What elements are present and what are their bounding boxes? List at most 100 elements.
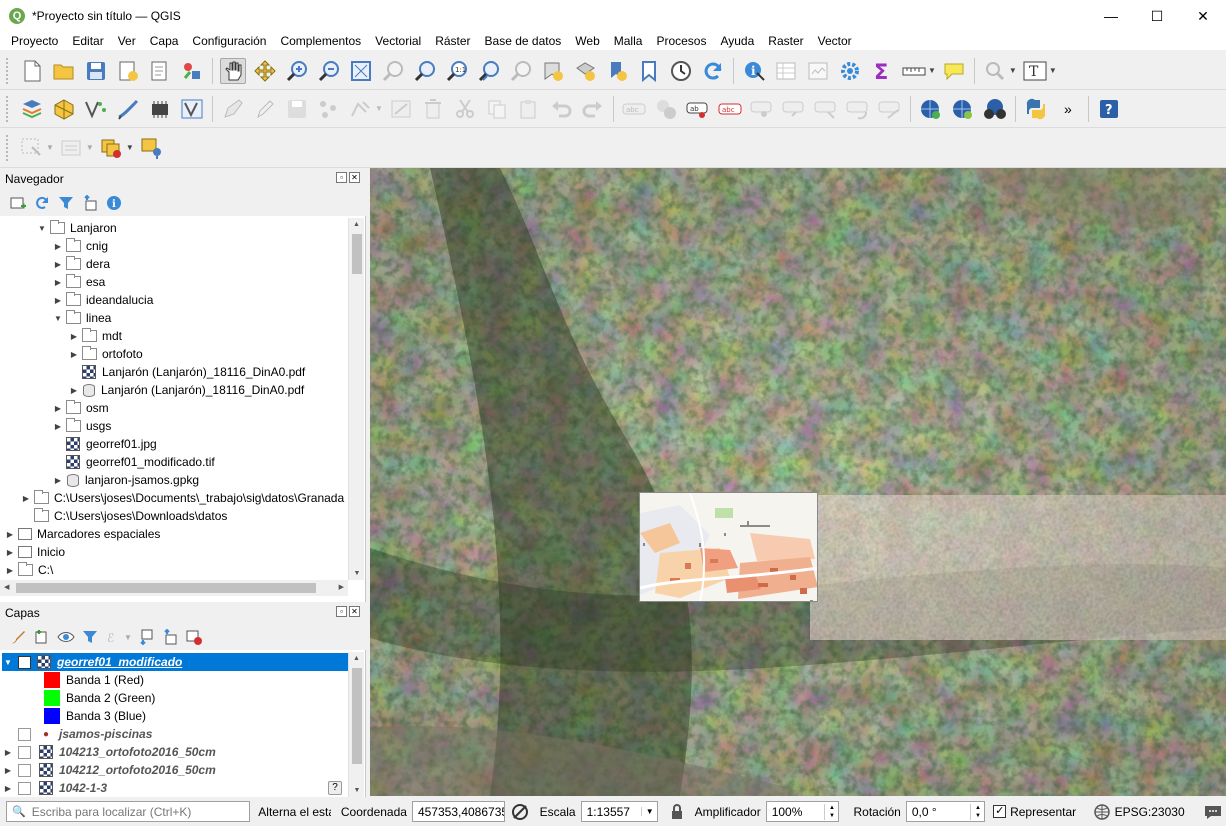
menu-vector-plugin[interactable]: Vector — [811, 34, 859, 48]
new-project-icon[interactable] — [19, 58, 45, 84]
expand-arrow-icon[interactable]: ▼ — [36, 224, 48, 233]
layer-visibility-checkbox[interactable] — [18, 745, 31, 759]
zoom-last-icon[interactable] — [476, 58, 502, 84]
tree-item[interactable]: ▶ ortofoto — [68, 345, 143, 363]
refresh-icon[interactable] — [700, 58, 726, 84]
show-bookmarks-icon[interactable] — [572, 58, 598, 84]
menu-configuracion[interactable]: Configuración — [185, 34, 273, 48]
show-hide-label-icon[interactable] — [781, 96, 807, 122]
copy-features-icon[interactable] — [484, 96, 510, 122]
messages-icon[interactable] — [1204, 802, 1223, 822]
menu-procesos[interactable]: Procesos — [649, 34, 713, 48]
maximize-button[interactable]: ☐ — [1134, 0, 1180, 32]
tree-item[interactable]: ▶ Inicio — [4, 543, 65, 561]
expand-arrow-icon[interactable]: ▶ — [68, 350, 80, 359]
expand-arrow-icon[interactable]: ▶ — [20, 494, 32, 503]
pan-map-icon[interactable] — [220, 57, 246, 84]
layer-visibility-checkbox[interactable] — [18, 781, 31, 795]
menu-web[interactable]: Web — [568, 34, 606, 48]
float-panel-icon[interactable]: ▫ — [336, 172, 347, 183]
collapse-arrow-icon[interactable]: ▼ — [2, 658, 14, 667]
menu-ver[interactable]: Ver — [111, 34, 143, 48]
select-by-value-icon[interactable] — [59, 135, 85, 161]
layer-help-icon[interactable]: ? — [328, 781, 342, 795]
tree-item[interactable]: ▶ Lanjarón (Lanjarón)_18116_DinA0.pdf — [68, 381, 304, 399]
new-geopackage-layer-icon[interactable] — [51, 96, 77, 122]
vertex-dropdown-icon[interactable]: ▼ — [375, 104, 383, 113]
filter-dropdown-icon[interactable]: ▼ — [124, 633, 132, 642]
expand-arrow-icon[interactable]: ▶ — [52, 242, 64, 251]
menu-malla[interactable]: Malla — [607, 34, 650, 48]
magnifier-spinbox[interactable]: 100% ▲ ▼ — [765, 801, 840, 822]
tree-item[interactable]: ▶ osm — [52, 399, 109, 417]
add-selected-layers-icon[interactable] — [8, 193, 28, 213]
remove-layer-icon[interactable] — [184, 627, 204, 647]
toggle-mouse-coord-icon[interactable] — [509, 801, 530, 823]
layer-visibility-checkbox[interactable] — [18, 763, 31, 777]
zoom-next-icon[interactable] — [508, 58, 534, 84]
save-edits-icon[interactable] — [284, 96, 310, 122]
expand-arrow-icon[interactable]: ▶ — [68, 332, 80, 341]
new-spatial-bookmark-icon[interactable] — [540, 58, 566, 84]
rotate-label-icon[interactable] — [845, 96, 871, 122]
open-project-icon[interactable] — [51, 58, 77, 84]
collapse-all-icon[interactable] — [80, 193, 100, 213]
float-panel-icon[interactable]: ▫ — [336, 606, 347, 617]
manage-visibility-eye-icon[interactable] — [56, 627, 76, 647]
expand-arrow-icon[interactable]: ▶ — [52, 260, 64, 269]
expand-arrow-icon[interactable]: ▶ — [2, 766, 14, 775]
help-icon[interactable]: ? — [1096, 96, 1122, 122]
style-manager-icon[interactable] — [179, 58, 205, 84]
redo-icon[interactable] — [580, 96, 606, 122]
tree-item[interactable]: ▶ mdt — [68, 327, 122, 345]
rotation-spinbox[interactable]: 0,0 ° ▲ ▼ — [905, 801, 986, 822]
toggle-editing-icon[interactable] — [252, 96, 278, 122]
vertex-tool-icon[interactable] — [348, 96, 374, 122]
new-shapefile-layer-icon[interactable] — [83, 96, 109, 122]
more-tools-chevron-icon[interactable]: » — [1055, 96, 1081, 122]
expand-arrow-icon[interactable]: ▶ — [4, 548, 16, 557]
change-label-icon[interactable] — [877, 96, 903, 122]
tree-item[interactable]: ▶ cnig — [52, 237, 108, 255]
paste-features-icon[interactable] — [516, 96, 542, 122]
crs-globe-icon[interactable] — [1093, 803, 1110, 821]
add-wcs-layer-icon[interactable] — [950, 96, 976, 122]
collapse-all-layers-icon[interactable] — [160, 627, 180, 647]
zoom-full-icon[interactable] — [348, 58, 374, 84]
label-highlight-icon[interactable]: ab — [685, 96, 711, 122]
menu-capa[interactable]: Capa — [143, 34, 186, 48]
expand-all-icon[interactable] — [136, 627, 156, 647]
expand-arrow-icon[interactable]: ▶ — [52, 476, 64, 485]
toolbar-handle[interactable] — [6, 134, 10, 161]
temporal-controller-icon[interactable] — [604, 58, 630, 84]
expand-arrow-icon[interactable]: ▶ — [52, 296, 64, 305]
layer-item-selected[interactable]: ▼ ✓ georref01_modificado — [2, 653, 348, 671]
menu-raster[interactable]: Ráster — [428, 34, 477, 48]
zoom-out-icon[interactable] — [316, 58, 342, 84]
tree-item[interactable]: ▶ usgs — [52, 417, 111, 435]
statistics-sigma-icon[interactable]: Σ — [869, 58, 895, 84]
deselect-all-icon[interactable] — [99, 135, 125, 161]
crs-label[interactable]: EPSG:23030 — [1115, 805, 1185, 819]
select-value-dropdown-icon[interactable]: ▼ — [86, 143, 94, 152]
filter-legend-icon[interactable] — [80, 627, 100, 647]
layer-visibility-checkbox[interactable]: ✓ — [18, 655, 31, 669]
tree-item[interactable]: georref01_modificado.tif — [52, 453, 215, 471]
select-features-icon[interactable] — [19, 135, 45, 161]
lock-scale-icon[interactable] — [668, 801, 685, 823]
measure-ruler-icon[interactable] — [901, 58, 927, 84]
coordinate-field[interactable]: 457353,4086735 — [411, 801, 506, 822]
layers-vertical-scrollbar[interactable]: ▲ ▼ — [348, 652, 364, 797]
tree-item[interactable]: ▼ Lanjaron — [36, 219, 117, 237]
tree-item[interactable]: C:\Users\joses\Downloads\datos — [20, 507, 227, 525]
expand-arrow-icon[interactable]: ▶ — [2, 748, 14, 757]
menu-vectorial[interactable]: Vectorial — [368, 34, 428, 48]
map-tips-icon[interactable] — [941, 58, 967, 84]
menu-complementos[interactable]: Complementos — [273, 34, 368, 48]
tree-item[interactable]: ▶ dera — [52, 255, 110, 273]
filter-expression-icon[interactable]: ℰ — [104, 627, 124, 647]
label-unplaced-icon[interactable]: abc — [717, 96, 743, 122]
filter-browser-icon[interactable] — [56, 193, 76, 213]
cut-features-icon[interactable] — [452, 96, 478, 122]
zoom-to-selection-icon[interactable] — [380, 58, 406, 84]
